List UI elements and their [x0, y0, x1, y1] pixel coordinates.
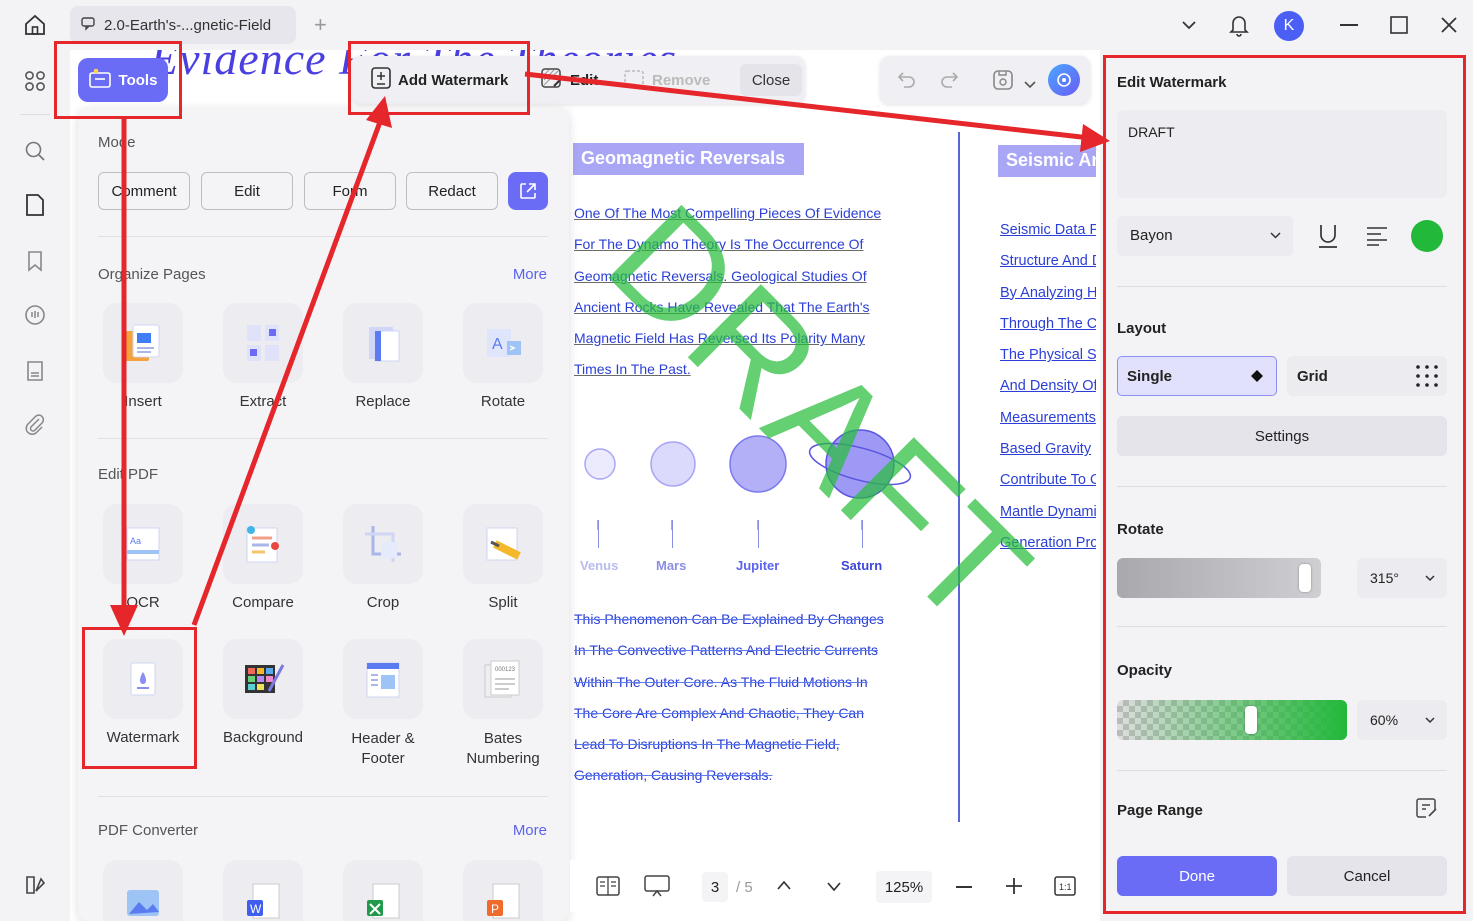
annotation-arrows: [110, 71, 1110, 636]
